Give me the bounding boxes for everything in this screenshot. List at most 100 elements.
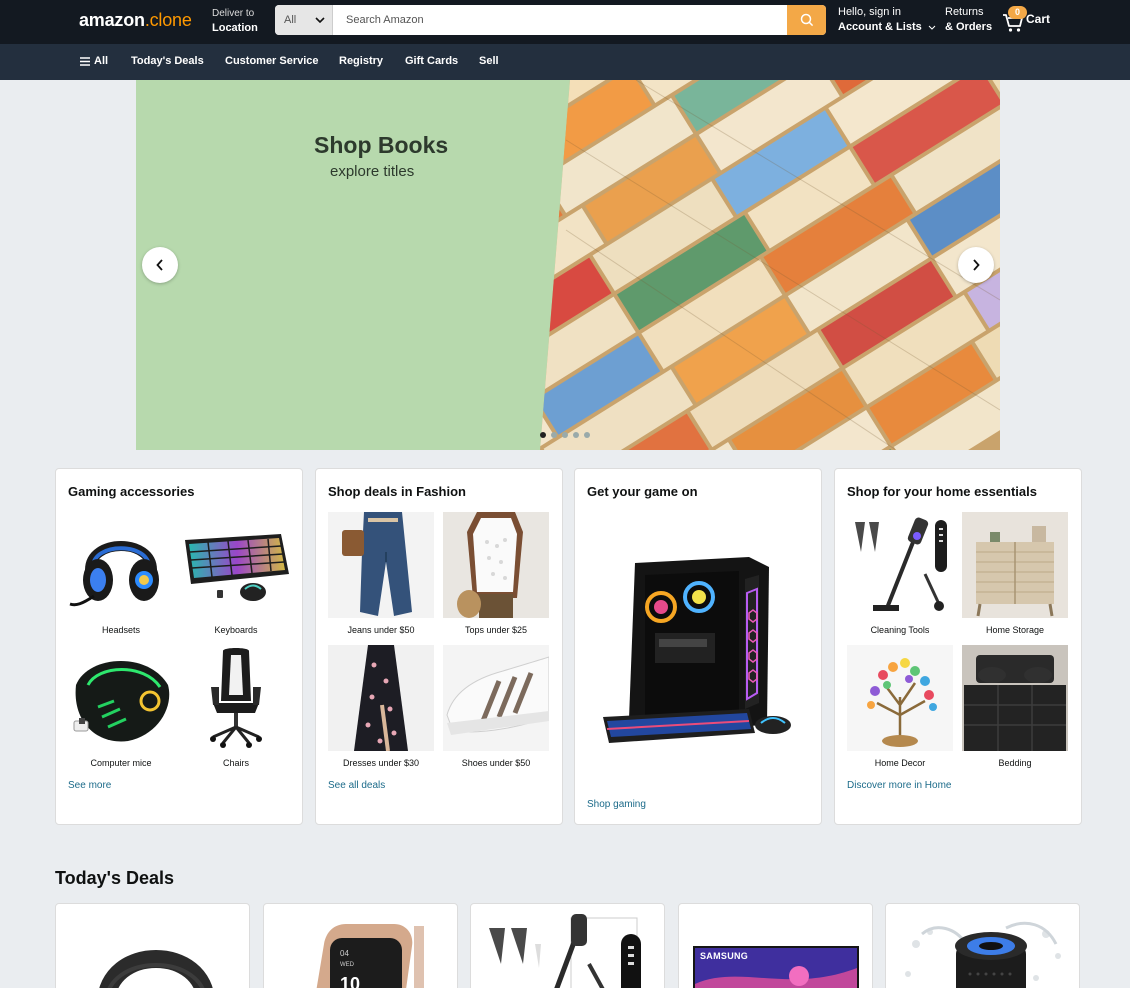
deliver-label: Deliver to [212,8,255,19]
discover-more-home-link[interactable]: Discover more in Home [847,780,951,791]
shoe-image [443,645,549,751]
chevron-right-icon [973,259,980,271]
search-input[interactable] [333,5,787,35]
mouse-image [73,660,170,742]
tile-keyboards[interactable]: Keyboards [183,512,289,635]
carousel-prev-button[interactable] [142,247,178,283]
logo-main: amazon [79,10,145,30]
account-greeting: Hello, sign in [838,6,901,18]
card-title: Shop deals in Fashion [328,484,466,499]
tile-label: Headsets [101,625,141,635]
tile-tops[interactable]: Tops under $25 [443,512,549,635]
search-icon [800,13,813,27]
tile-home-decor[interactable]: Home Decor [847,645,953,768]
gaming-accessories-card: Gaming accessories Headsets Keyboards Co… [55,468,303,825]
carousel-dot[interactable] [584,432,590,438]
see-all-deals-link[interactable]: See all deals [328,780,385,791]
tile-chairs[interactable]: Chairs [183,645,289,768]
deal-item-speaker[interactable] [885,903,1080,988]
search-button[interactable] [787,5,826,35]
carousel-dot[interactable] [551,432,557,438]
top-header: amazon.clone Deliver to Location All Hel… [0,0,1130,44]
nav-item-customer-service[interactable]: Customer Service [225,55,319,67]
tile-home-storage[interactable]: Home Storage [962,512,1068,635]
cart-count-badge: 0 [1008,6,1027,19]
deliver-to-location[interactable]: Deliver to Location [212,7,258,35]
svg-text:04: 04 [340,949,349,958]
tile-label: Home Storage [985,625,1045,635]
secondary-nav: All Today's Deals Customer Service Regis… [0,44,1130,80]
carousel-dot[interactable] [573,432,579,438]
jeans-image [328,512,434,618]
todays-deals-heading: Today's Deals [55,868,174,888]
nav-all-menu[interactable]: All [80,55,108,67]
site-logo[interactable]: amazon.clone [79,10,192,31]
speaker-image [905,921,1061,988]
comforter-image [962,645,1068,751]
tile-bedding[interactable]: Bedding [962,645,1068,768]
books-hero-image [540,80,1000,450]
tile-label: Home Decor [874,758,926,768]
account-lists-menu[interactable]: Hello, sign in Account & Lists [838,5,936,35]
search-category-select[interactable]: All [275,5,333,35]
see-more-link[interactable]: See more [68,780,111,791]
tile-shoes[interactable]: Shoes under $50 [443,645,549,768]
home-essentials-card: Shop for your home essentials Cleaning T… [834,468,1082,825]
tile-label: Keyboards [214,625,258,635]
tv-image [693,946,859,988]
tv-brand-label: SAMSUNG [700,951,749,961]
carousel-next-button[interactable] [958,247,994,283]
tile-computer-mice[interactable]: Computer mice [68,645,174,768]
svg-text:WED: WED [340,962,355,968]
tile-label: Dresses under $30 [342,758,420,768]
card-title: Gaming accessories [68,484,195,499]
nav-item-registry[interactable]: Registry [339,55,383,67]
keyboard-image [185,534,289,601]
cart-button[interactable]: 0 Cart [1002,6,1054,36]
shop-gaming-link[interactable]: Shop gaming [587,799,646,810]
tile-label: Cleaning Tools [870,625,930,635]
gaming-pc-image[interactable] [599,553,805,749]
logo-suffix: .clone [144,10,192,30]
dress-image [328,645,434,751]
search-category-value: All [284,14,297,26]
nav-item-todays-deals[interactable]: Today's Deals [131,55,204,67]
deal-item-headphones[interactable] [55,903,250,988]
tile-jeans[interactable]: Jeans under $50 [328,512,434,635]
returns-orders-link[interactable]: Returns & Orders [945,5,992,35]
tile-headsets[interactable]: Headsets [68,512,174,635]
cart-label: Cart [1026,12,1051,26]
crystal-tree-image [847,645,953,751]
nav-item-gift-cards[interactable]: Gift Cards [405,55,458,67]
tile-label: Jeans under $50 [347,625,415,635]
tile-label: Tops under $25 [464,625,528,635]
chair-image [210,648,262,748]
cabinet-image [962,512,1068,618]
top-image [443,512,549,618]
tile-label: Computer mice [90,758,152,768]
card-title: Get your game on [587,484,698,499]
headphones-image [99,950,213,988]
tile-label: Shoes under $50 [461,758,531,768]
deliver-location: Location [212,22,258,34]
search-bar: All [275,5,826,35]
chevron-left-icon [156,259,163,271]
carousel-dot[interactable] [540,432,546,438]
deal-item-tv[interactable]: SAMSUNG [678,903,873,988]
vacuum-image [489,914,641,988]
returns-label: Returns [945,6,984,18]
account-label: Account & Lists [838,21,922,33]
hero-subtitle: explore titles [330,163,415,180]
vacuum-image [847,512,953,618]
fashion-deals-card: Shop deals in Fashion Jeans under $50 To… [315,468,563,825]
tile-dresses[interactable]: Dresses under $30 [328,645,434,768]
nav-item-sell[interactable]: Sell [479,55,499,67]
smartwatch-image: 04 WED 10 [316,924,424,988]
deal-item-vacuum[interactable] [470,903,665,988]
svg-text:10: 10 [340,974,360,988]
card-title: Shop for your home essentials [847,484,1037,499]
carousel-dot[interactable] [562,432,568,438]
tile-cleaning-tools[interactable]: Cleaning Tools [847,512,953,635]
deal-item-smartwatch[interactable]: 04 WED 10 [263,903,458,988]
hamburger-icon [80,56,90,66]
